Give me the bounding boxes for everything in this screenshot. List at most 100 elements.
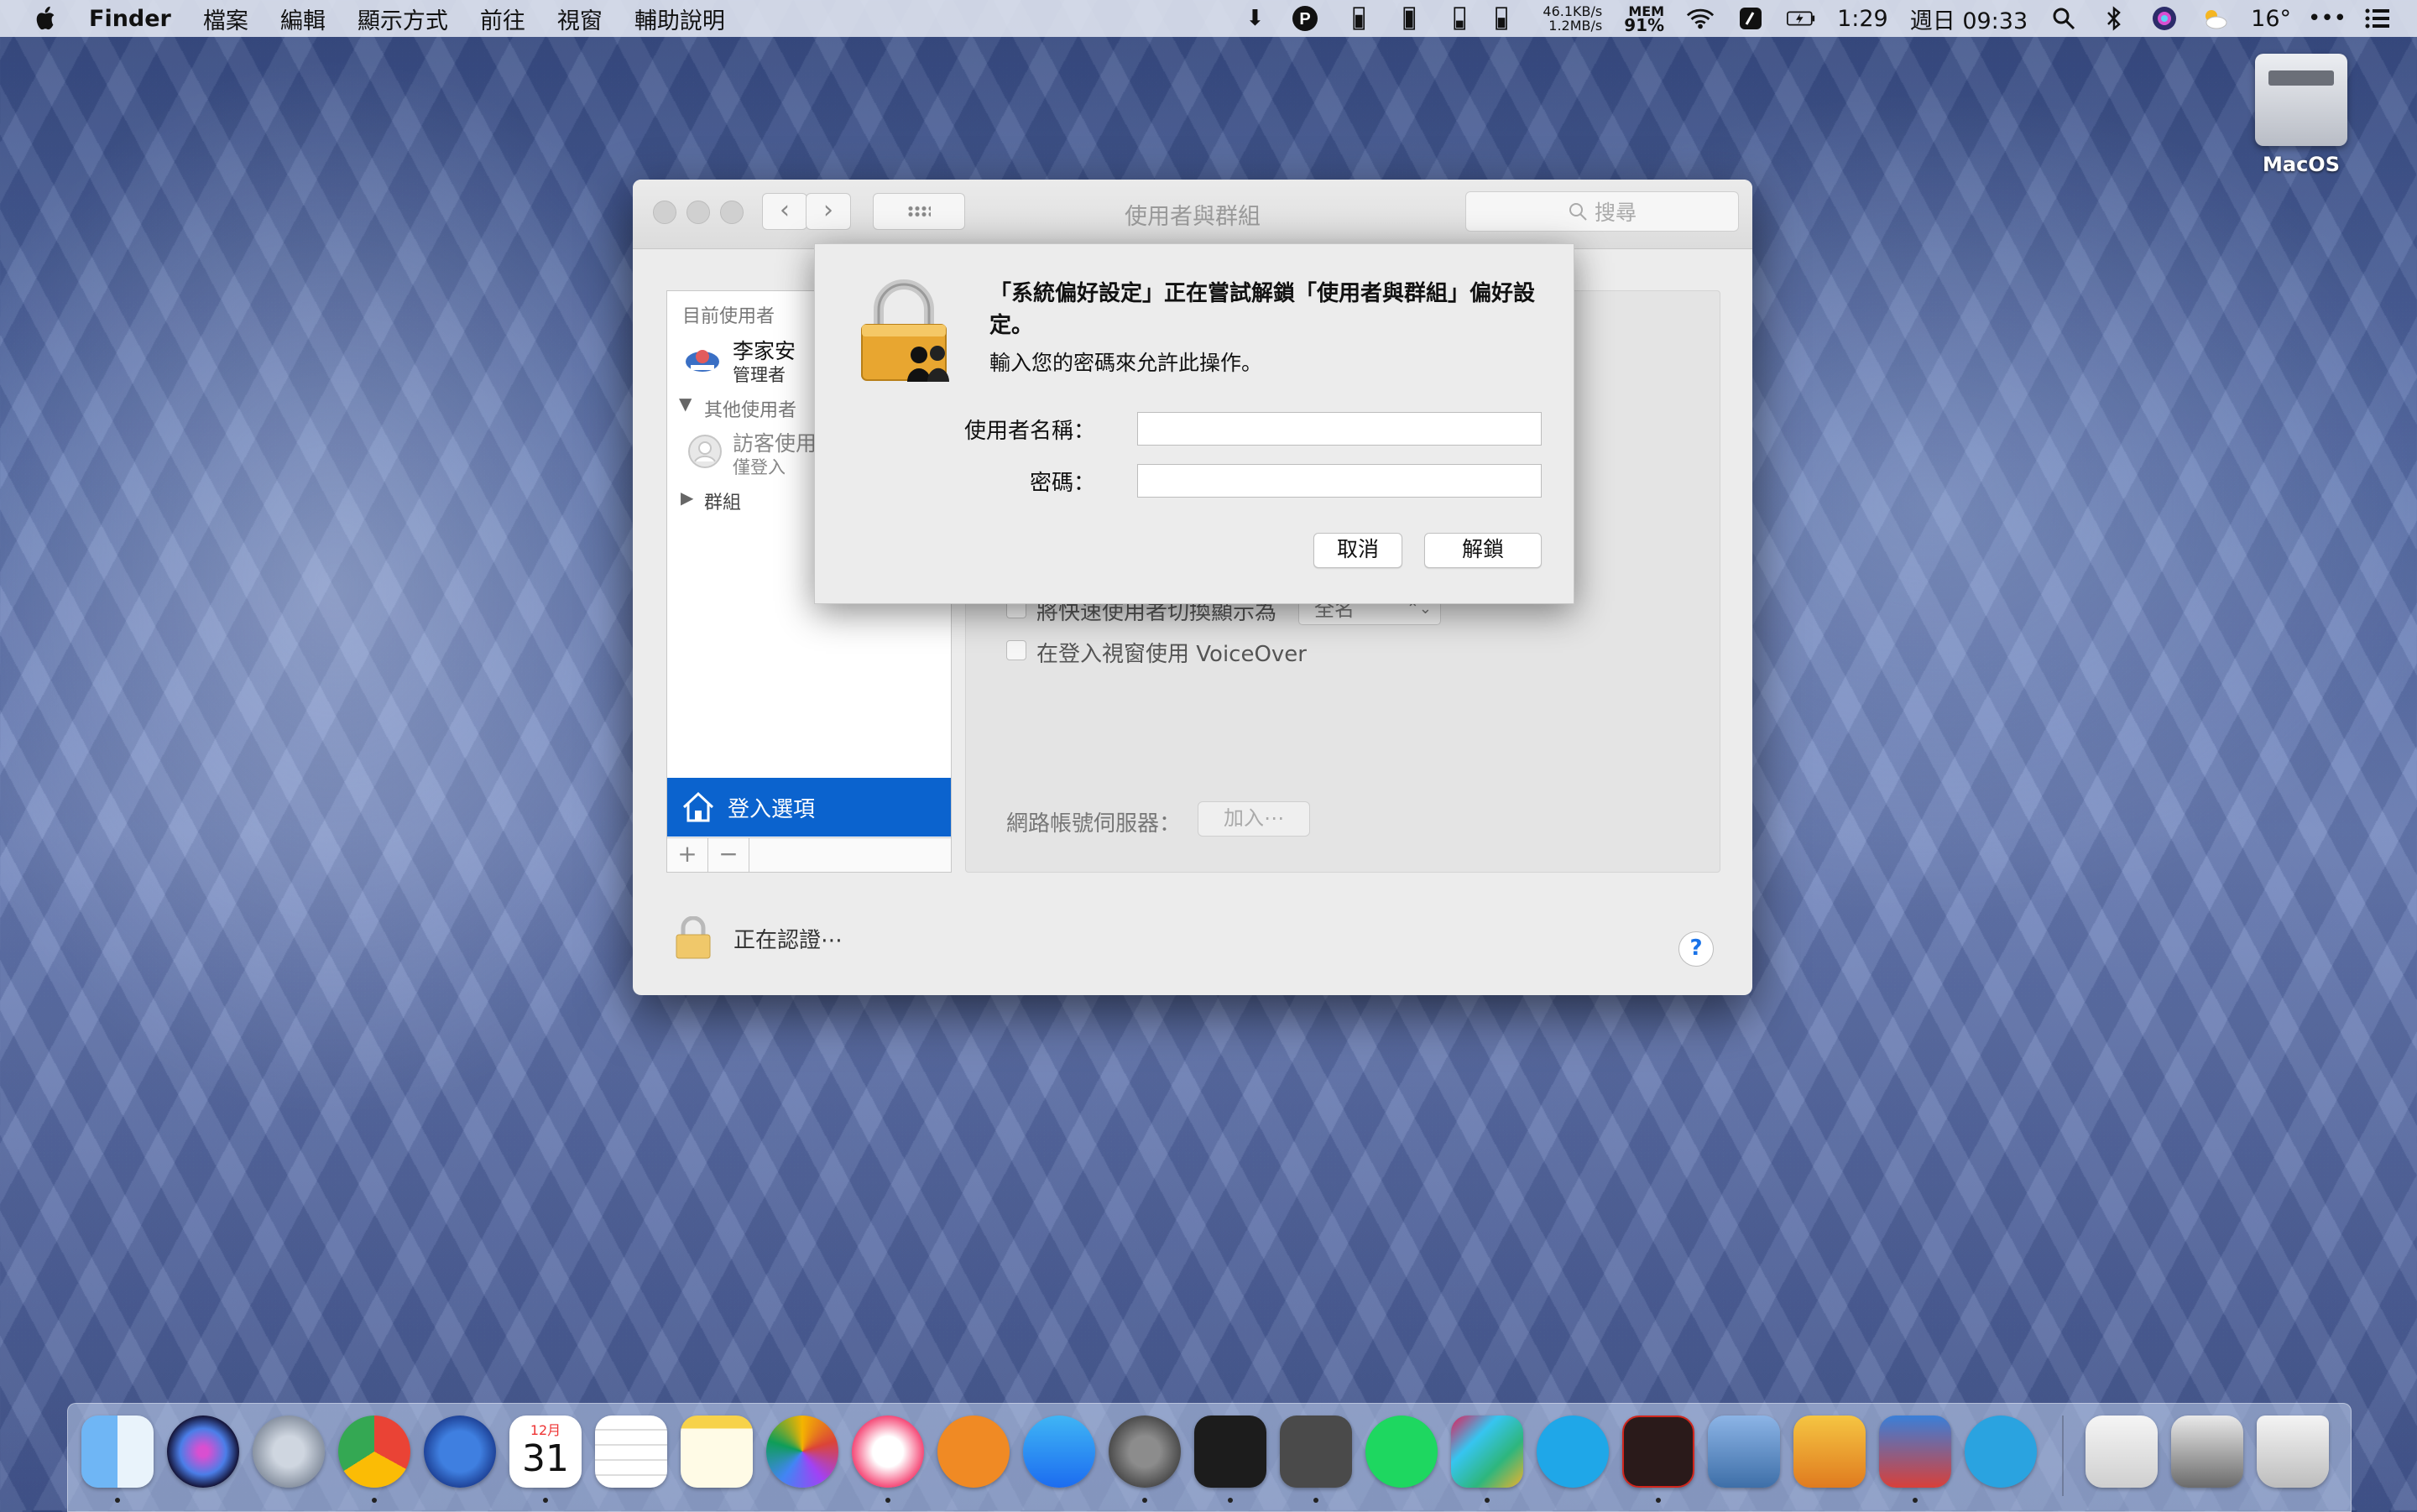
auth-instruction: 輸入您的密碼來允許此操作。	[989, 351, 1263, 375]
cpu-meter-icon[interactable]	[1341, 6, 1370, 31]
svg-text:P: P	[1300, 10, 1311, 29]
search-field[interactable]: 搜尋	[1465, 191, 1739, 232]
transmit-icon[interactable]	[1793, 1416, 1866, 1488]
voiceover-label: 在登入視窗使用 VoiceOver	[1036, 642, 1307, 667]
weather-temp[interactable]: 16°	[2251, 6, 2291, 32]
acrobat-icon[interactable]	[1622, 1416, 1694, 1488]
bluetooth-icon[interactable]	[2100, 6, 2128, 31]
spotlight-search-icon[interactable]	[2049, 6, 2078, 31]
photos-icon[interactable]	[766, 1416, 838, 1488]
preview-icon[interactable]	[1708, 1416, 1780, 1488]
system-preferences-running-indicator	[1142, 1498, 1147, 1503]
sublime-running-indicator	[1313, 1498, 1318, 1503]
network-meter-icon[interactable]	[1492, 6, 1521, 31]
desktop-drive-label: MacOS	[2263, 153, 2340, 176]
lock-status-text: 正在認證⋯	[733, 927, 843, 953]
download-icon[interactable]: ⬇	[1240, 6, 1269, 31]
hard-drive-icon	[2255, 54, 2347, 146]
guest-user-sub: 僅登入	[733, 457, 786, 477]
battery-time[interactable]: 1:29	[1837, 6, 1888, 32]
notification-center-icon[interactable]	[2363, 6, 2392, 31]
sublime-text-icon[interactable]	[1280, 1416, 1352, 1488]
disclosure-open-icon[interactable]: ▼	[679, 394, 692, 414]
finder-running-indicator	[115, 1498, 120, 1503]
finder-icon[interactable]	[81, 1416, 154, 1488]
calendar-month: 12月	[530, 1422, 561, 1438]
window-titlebar[interactable]: ‹ › 使用者與群組 搜尋	[633, 180, 1752, 249]
login-options-label: 登入選項	[728, 796, 816, 822]
lock-status-row: 正在認證⋯	[675, 916, 843, 960]
memory-usage[interactable]: MEM 91%	[1624, 4, 1665, 35]
house-icon	[682, 791, 714, 822]
remove-user-button[interactable]: −	[708, 838, 749, 872]
remote-desktop-icon[interactable]	[1879, 1416, 1951, 1488]
sidebar-item-groups[interactable]: 群組	[704, 487, 741, 514]
screenshot-stack-icon[interactable]	[2171, 1416, 2243, 1488]
wifi-icon[interactable]	[1686, 6, 1715, 31]
padlock-users-icon	[861, 279, 949, 382]
battery-icon[interactable]	[1787, 6, 1815, 31]
remote-desktop-running-indicator	[1913, 1498, 1918, 1503]
menu-help[interactable]: 輔助說明	[634, 3, 725, 35]
notes-app-icon[interactable]	[1736, 6, 1765, 31]
username-label: 使用者名稱：	[963, 419, 1095, 444]
firefox-icon[interactable]	[424, 1416, 496, 1488]
chrome-icon[interactable]	[338, 1416, 410, 1488]
menu-window[interactable]: 視窗	[557, 3, 603, 35]
skype-icon[interactable]	[1537, 1416, 1609, 1488]
launchpad-icon[interactable]	[253, 1416, 325, 1488]
books-icon[interactable]	[937, 1416, 1010, 1488]
document-stack-icon[interactable]	[2086, 1416, 2158, 1488]
terminal-icon[interactable]	[1194, 1416, 1266, 1488]
memory-meter-icon[interactable]	[1391, 6, 1420, 31]
app-store-icon[interactable]	[1023, 1416, 1095, 1488]
current-users-header: 目前使用者	[682, 306, 775, 327]
menu-edit[interactable]: 編輯	[280, 3, 326, 35]
siri-app-icon[interactable]	[167, 1416, 239, 1488]
more-icon[interactable]: •••	[2308, 6, 2347, 31]
clock[interactable]: 週日 09:33	[1910, 3, 2028, 35]
search-icon	[1569, 203, 1587, 221]
sidebar-item-login-options[interactable]: 登入選項	[667, 778, 951, 837]
menu-go[interactable]: 前往	[480, 3, 525, 35]
memory-value: 91%	[1624, 15, 1665, 35]
network-up-speed: 46.1KB/s	[1543, 3, 1603, 19]
username-field[interactable]	[1137, 412, 1542, 446]
menu-bar: Finder 檔案 編輯 顯示方式 前往 視窗 輔助說明 ⬇ P 46.1KB/…	[0, 0, 2417, 37]
sidebar-toolbar: + −	[667, 837, 951, 872]
auth-message: 「系統偏好設定」正在嘗試解鎖「使用者與群組」偏好設定。	[989, 281, 1536, 338]
desktop-drive-macos[interactable]: MacOS	[2242, 54, 2360, 176]
lock-icon[interactable]	[675, 916, 712, 960]
notes-icon[interactable]	[681, 1416, 753, 1488]
add-user-button[interactable]: +	[667, 838, 708, 872]
cancel-button[interactable]: 取消	[1313, 533, 1402, 568]
calendar-day: 31	[522, 1437, 569, 1480]
disclosure-closed-icon[interactable]: ▶	[681, 487, 693, 508]
join-network-server-button[interactable]: 加入⋯	[1198, 801, 1310, 837]
disk-meter-icon[interactable]	[1442, 6, 1470, 31]
current-user-role: 管理者	[733, 365, 786, 385]
p-app-icon[interactable]: P	[1291, 6, 1319, 31]
telegram-icon[interactable]	[1965, 1416, 2037, 1488]
weather-icon[interactable]	[2200, 6, 2229, 31]
menu-view[interactable]: 顯示方式	[358, 3, 448, 35]
spotify-icon[interactable]	[1365, 1416, 1438, 1488]
itunes-icon[interactable]	[852, 1416, 924, 1488]
menu-file[interactable]: 檔案	[203, 3, 248, 35]
system-preferences-icon[interactable]	[1109, 1416, 1181, 1488]
menu-app-name[interactable]: Finder	[89, 6, 171, 32]
network-speed[interactable]: 46.1KB/s 1.2MB/s	[1543, 4, 1602, 33]
password-field[interactable]	[1137, 464, 1542, 498]
voiceover-checkbox[interactable]	[1006, 640, 1026, 660]
help-button[interactable]: ?	[1678, 931, 1714, 967]
reminders-icon[interactable]	[595, 1416, 667, 1488]
siri-icon[interactable]	[2150, 6, 2179, 31]
unlock-button[interactable]: 解鎖	[1424, 533, 1542, 568]
slack-icon[interactable]	[1451, 1416, 1523, 1488]
password-label: 密碼：	[1029, 471, 1095, 496]
trash-icon[interactable]	[2257, 1416, 2329, 1488]
apple-icon[interactable]	[34, 5, 59, 32]
calendar-running-indicator	[543, 1498, 548, 1503]
authentication-dialog: 「系統偏好設定」正在嘗試解鎖「使用者與群組」偏好設定。 輸入您的密碼來允許此操作…	[814, 243, 1574, 604]
calendar-icon[interactable]: 12月 31	[509, 1416, 582, 1488]
